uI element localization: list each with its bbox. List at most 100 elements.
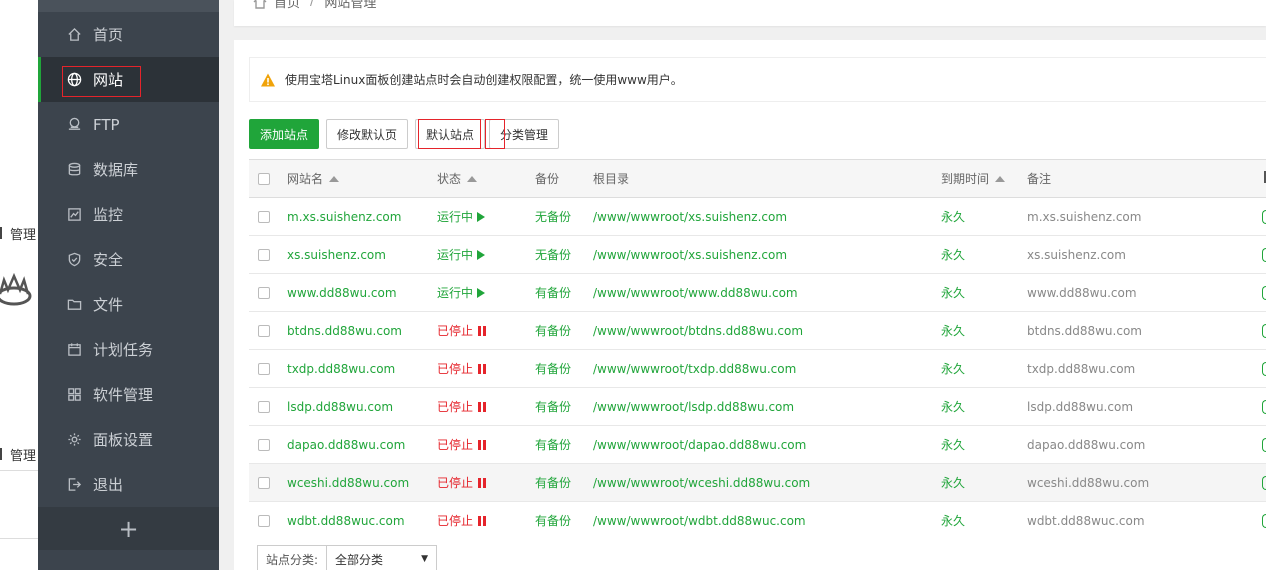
note-field[interactable]: txdp.dd88wu.com: [1027, 350, 1262, 388]
status-toggle[interactable]: 已停止: [437, 400, 487, 414]
status-toggle[interactable]: 已停止: [437, 514, 487, 528]
expire-link[interactable]: 永久: [941, 502, 1027, 540]
backup-link[interactable]: 有备份: [535, 274, 593, 312]
note-field[interactable]: lsdp.dd88wu.com: [1027, 388, 1262, 426]
status-toggle[interactable]: 已停止: [437, 476, 487, 490]
logout-icon: [66, 477, 82, 493]
database-icon: [66, 162, 82, 178]
header-name[interactable]: 网站名: [287, 159, 437, 198]
row-checkbox[interactable]: [258, 249, 270, 261]
expire-link[interactable]: 永久: [941, 312, 1027, 350]
root-dir-link[interactable]: /www/wwwroot/wdbt.dd88wuc.com: [593, 502, 941, 540]
status-toggle[interactable]: 已停止: [437, 324, 487, 338]
site-name-link[interactable]: m.xs.suishenz.com: [287, 198, 437, 236]
backup-link[interactable]: 有备份: [535, 502, 593, 540]
backup-link[interactable]: 无备份: [535, 236, 593, 274]
expire-link[interactable]: 永久: [941, 350, 1027, 388]
row-checkbox[interactable]: [258, 363, 270, 375]
site-name-link[interactable]: btdns.dd88wu.com: [287, 312, 437, 350]
status-toggle[interactable]: 运行中: [437, 210, 486, 224]
site-name-link[interactable]: www.dd88wu.com: [287, 274, 437, 312]
action-edge: [1262, 323, 1266, 338]
row-checkbox[interactable]: [258, 515, 270, 528]
edit-default-page-button[interactable]: 修改默认页: [326, 119, 409, 149]
row-checkbox[interactable]: [258, 287, 270, 299]
sidebar-item-settings[interactable]: 面板设置: [38, 417, 219, 462]
expire-link[interactable]: 永久: [941, 464, 1027, 502]
apps-icon: [66, 387, 82, 403]
table-row: dapao.dd88wu.com 已停止 有备份/www/wwwroot/dapao…: [249, 425, 1266, 464]
note-field[interactable]: btdns.dd88wu.com: [1027, 312, 1262, 350]
status-toggle[interactable]: 已停止: [437, 438, 487, 452]
sidebar-item-cron[interactable]: 计划任务: [38, 327, 219, 372]
sidebar-item-software[interactable]: 软件管理: [38, 372, 219, 417]
root-dir-link[interactable]: /www/wwwroot/btdns.dd88wu.com: [593, 312, 941, 350]
expire-link[interactable]: 永久: [941, 236, 1027, 274]
sidebar-item-files[interactable]: 文件: [38, 282, 219, 327]
note-field[interactable]: xs.suishenz.com: [1027, 236, 1262, 274]
status-toggle[interactable]: 运行中: [437, 286, 486, 300]
header-expire[interactable]: 到期时间: [941, 159, 1027, 198]
sidebar-item-security[interactable]: 安全: [38, 237, 219, 282]
row-checkbox[interactable]: [258, 439, 270, 451]
header-status[interactable]: 状态: [437, 159, 535, 198]
row-checkbox[interactable]: [258, 477, 270, 489]
site-name-link[interactable]: wceshi.dd88wu.com: [287, 464, 437, 502]
status-toggle[interactable]: 已停止: [437, 362, 487, 376]
category-select[interactable]: 全部分类 ▼: [326, 545, 438, 570]
root-dir-link[interactable]: /www/wwwroot/xs.suishenz.com: [593, 236, 941, 274]
sidebar-item-label: 文件: [93, 296, 124, 314]
folder-icon: [66, 297, 82, 313]
root-dir-link[interactable]: /www/wwwroot/xs.suishenz.com: [593, 198, 941, 236]
row-checkbox[interactable]: [258, 211, 270, 223]
default-site-button[interactable]: 默认站点: [415, 119, 486, 149]
ftp-icon: [66, 117, 82, 133]
backup-link[interactable]: 有备份: [535, 312, 593, 350]
root-dir-link[interactable]: /www/wwwroot/www.dd88wu.com: [593, 274, 941, 312]
backup-link[interactable]: 有备份: [535, 388, 593, 426]
site-name-link[interactable]: lsdp.dd88wu.com: [287, 388, 437, 426]
row-checkbox[interactable]: [258, 325, 270, 337]
breadcrumb-home[interactable]: 首页: [274, 0, 300, 11]
expire-link[interactable]: 永久: [941, 274, 1027, 312]
breadcrumb-separator: /: [310, 0, 315, 9]
select-all-checkbox[interactable]: [258, 173, 270, 185]
note-field[interactable]: wdbt.dd88wuc.com: [1027, 502, 1262, 540]
sidebar-item-home[interactable]: 首页: [38, 12, 219, 57]
expire-link[interactable]: 永久: [941, 426, 1027, 464]
note-field[interactable]: www.dd88wu.com: [1027, 274, 1262, 312]
sidebar-item-website[interactable]: 网站: [38, 57, 219, 102]
pause-icon: [478, 478, 487, 488]
sidebar-item-database[interactable]: 数据库: [38, 147, 219, 192]
root-dir-link[interactable]: /www/wwwroot/dapao.dd88wu.com: [593, 426, 941, 464]
note-field[interactable]: wceshi.dd88wu.com: [1027, 464, 1262, 502]
sidebar-add-button[interactable]: +: [38, 507, 219, 550]
sidebar-item-ftp[interactable]: FTP: [38, 102, 219, 147]
note-field[interactable]: m.xs.suishenz.com: [1027, 198, 1262, 236]
sidebar-item-logout[interactable]: 退出: [38, 462, 219, 507]
expire-link[interactable]: 永久: [941, 198, 1027, 236]
strip-label-bottom: 管理: [10, 449, 37, 464]
sidebar-item-monitor[interactable]: 监控: [38, 192, 219, 237]
root-dir-link[interactable]: /www/wwwroot/txdp.dd88wu.com: [593, 350, 941, 388]
category-manage-button[interactable]: 分类管理: [489, 119, 560, 149]
add-site-button[interactable]: 添加站点: [249, 119, 320, 149]
root-dir-link[interactable]: /www/wwwroot/wceshi.dd88wu.com: [593, 464, 941, 502]
sidebar-item-label: 计划任务: [93, 341, 154, 359]
site-name-link[interactable]: wdbt.dd88wuc.com: [287, 502, 437, 540]
status-toggle[interactable]: 运行中: [437, 248, 486, 262]
root-dir-link[interactable]: /www/wwwroot/lsdp.dd88wu.com: [593, 388, 941, 426]
site-name-link[interactable]: txdp.dd88wu.com: [287, 350, 437, 388]
action-edge: [1262, 514, 1266, 528]
expire-link[interactable]: 永久: [941, 388, 1027, 426]
backup-link[interactable]: 有备份: [535, 350, 593, 388]
row-checkbox[interactable]: [258, 401, 270, 413]
sidebar-item-label: 首页: [93, 26, 124, 44]
backup-link[interactable]: 有备份: [535, 464, 593, 502]
backup-link[interactable]: 无备份: [535, 198, 593, 236]
sidebar: 首页 网站 FTP 数据库 监控 安全 文件 计划任务 软件管理 面板设置 退出…: [38, 0, 219, 570]
site-name-link[interactable]: dapao.dd88wu.com: [287, 426, 437, 464]
site-name-link[interactable]: xs.suishenz.com: [287, 236, 437, 274]
backup-link[interactable]: 有备份: [535, 426, 593, 464]
note-field[interactable]: dapao.dd88wu.com: [1027, 426, 1262, 464]
